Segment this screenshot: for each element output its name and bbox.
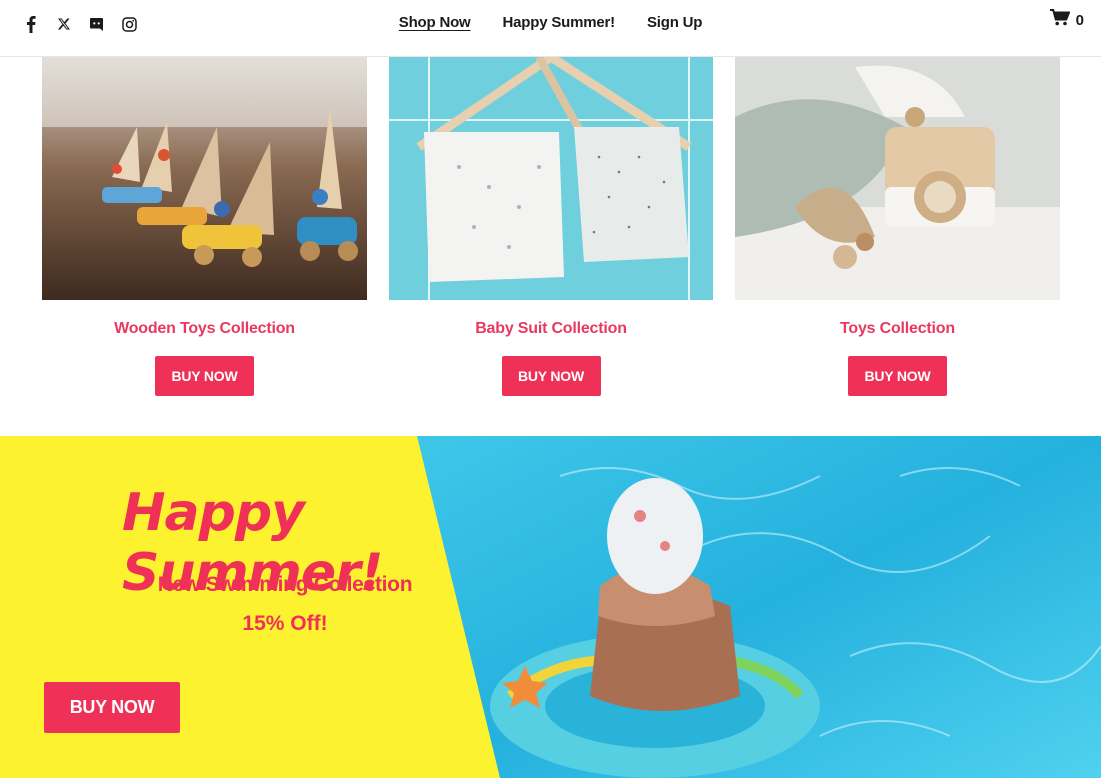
banner-buy-now-button[interactable]: BUY NOW	[44, 682, 180, 733]
nav-happy-summer[interactable]: Happy Summer!	[503, 13, 616, 33]
collection-card-toys: Toys Collection BUY NOW	[735, 57, 1060, 396]
collection-title: Toys Collection	[840, 320, 955, 337]
main-nav: Shop Now Happy Summer! Sign Up	[0, 13, 1101, 33]
collection-title: Baby Suit Collection	[475, 320, 627, 337]
cart-icon	[1049, 9, 1071, 31]
summer-banner: Happy Summer! New Swimming Collection 15…	[0, 436, 1101, 778]
cart-count: 0	[1075, 11, 1084, 29]
collection-card-wooden-toys: Wooden Toys Collection BUY NOW	[42, 57, 367, 396]
collection-title: Wooden Toys Collection	[114, 320, 295, 337]
banner-discount: 15% Off!	[242, 612, 328, 635]
nav-shop-now[interactable]: Shop Now	[399, 13, 471, 33]
collection-card-baby-suit: Baby Suit Collection BUY NOW	[389, 57, 713, 396]
collections-section: Wooden Toys Collection BUY NOW Baby Suit…	[0, 57, 1101, 436]
nav-sign-up[interactable]: Sign Up	[647, 13, 702, 33]
baby-suit-photo[interactable]	[389, 57, 713, 300]
wooden-toys-photo[interactable]	[42, 57, 367, 300]
toys-photo[interactable]	[735, 57, 1060, 300]
cart-button[interactable]: 0	[1049, 9, 1084, 31]
site-header: Shop Now Happy Summer! Sign Up 0	[0, 0, 1101, 57]
buy-now-button[interactable]: BUY NOW	[501, 356, 601, 396]
buy-now-button[interactable]: BUY NOW	[848, 356, 947, 396]
banner-subtitle: New Swimming Collection	[157, 573, 413, 596]
buy-now-button[interactable]: BUY NOW	[155, 356, 254, 396]
